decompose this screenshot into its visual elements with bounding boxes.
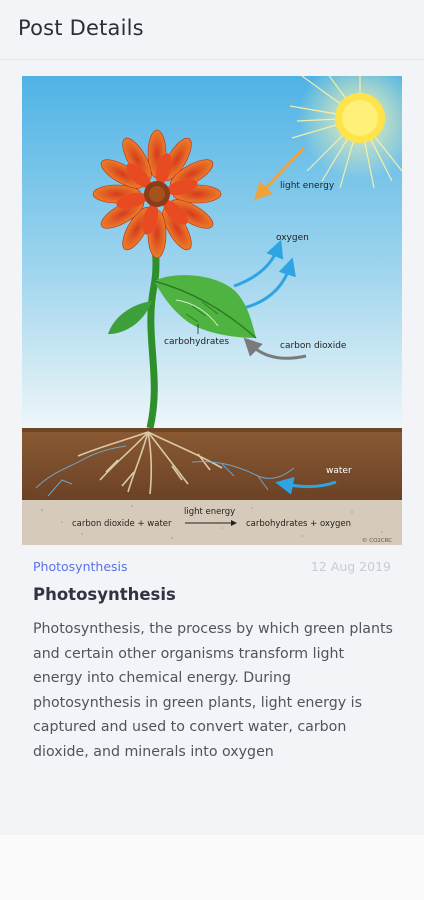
label-carbon-dioxide: carbon dioxide (280, 341, 347, 351)
image-credit: © CO2CRC (362, 537, 392, 544)
post-meta: Photosynthesis 12 Aug 2019 (33, 559, 391, 575)
post-title: Photosynthesis (33, 585, 176, 604)
label-equation-light: light energy (184, 507, 235, 517)
page-title: Post Details (18, 16, 144, 40)
app-header: Post Details (0, 0, 424, 60)
footer-area (0, 835, 424, 900)
label-oxygen: oxygen (276, 233, 309, 243)
label-carbohydrates: carbohydrates (164, 337, 229, 347)
label-equation-left: carbon dioxide + water (72, 519, 172, 529)
label-equation-right: carbohydrates + oxygen (246, 519, 351, 529)
label-light-energy: light energy (280, 181, 335, 191)
photosynthesis-illustration: light energy oxygen carbon dioxide carbo… (22, 76, 402, 545)
post-category-link[interactable]: Photosynthesis (33, 559, 128, 574)
post-date: 12 Aug 2019 (310, 559, 391, 574)
post-image[interactable]: light energy oxygen carbon dioxide carbo… (22, 76, 402, 545)
post-body: Photosynthesis, the process by which gre… (33, 621, 393, 760)
soil (22, 428, 402, 500)
label-water: water (326, 466, 352, 476)
